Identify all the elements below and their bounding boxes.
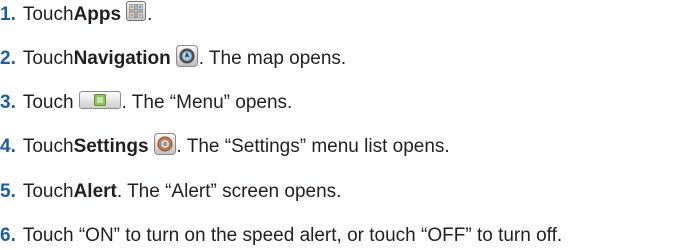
step-text-after: . The map opens. [198, 48, 347, 69]
apps-icon [126, 1, 147, 21]
step-text: Touch [22, 48, 74, 69]
step-keyword: Navigation [73, 48, 171, 69]
step-number: 6. [0, 225, 16, 246]
step-text-after: . The “Menu” opens. [121, 92, 293, 113]
settings-icon [153, 133, 176, 155]
step-text: Touch [22, 136, 74, 157]
navigation-icon [175, 45, 198, 67]
step-number: 1. [0, 4, 16, 25]
step-number: 2. [0, 48, 16, 69]
step-3: 3. Touch . The “Menu” opens. [0, 89, 292, 117]
step-text: Touch [22, 92, 74, 113]
step-keyword: Apps [73, 4, 122, 25]
step-2: 2. Touch Navigation . The map opens. [0, 45, 346, 73]
step-keyword: Alert [73, 181, 117, 202]
step-5: 5. Touch Alert . The “Alert” screen open… [0, 178, 341, 206]
step-text-after: . The “Alert” screen opens. [116, 181, 342, 202]
step-6: 6. Touch “ON” to turn on the speed alert… [0, 222, 562, 250]
step-keyword: Settings [73, 136, 149, 157]
step-text-after: . The “Settings” menu list opens. [176, 136, 450, 157]
step-number: 5. [0, 181, 16, 202]
step-text: Touch “ON” to turn on the speed alert, o… [22, 225, 563, 246]
step-text-after: . [147, 4, 153, 25]
menu-button-icon [78, 91, 121, 109]
step-1: 1. Touch Apps . [0, 1, 152, 29]
step-text: Touch [22, 4, 74, 25]
step-number: 3. [0, 92, 16, 113]
step-4: 4. Touch Settings . The “Settings” menu … [0, 133, 450, 161]
step-text: Touch [22, 181, 74, 202]
step-number: 4. [0, 136, 16, 157]
